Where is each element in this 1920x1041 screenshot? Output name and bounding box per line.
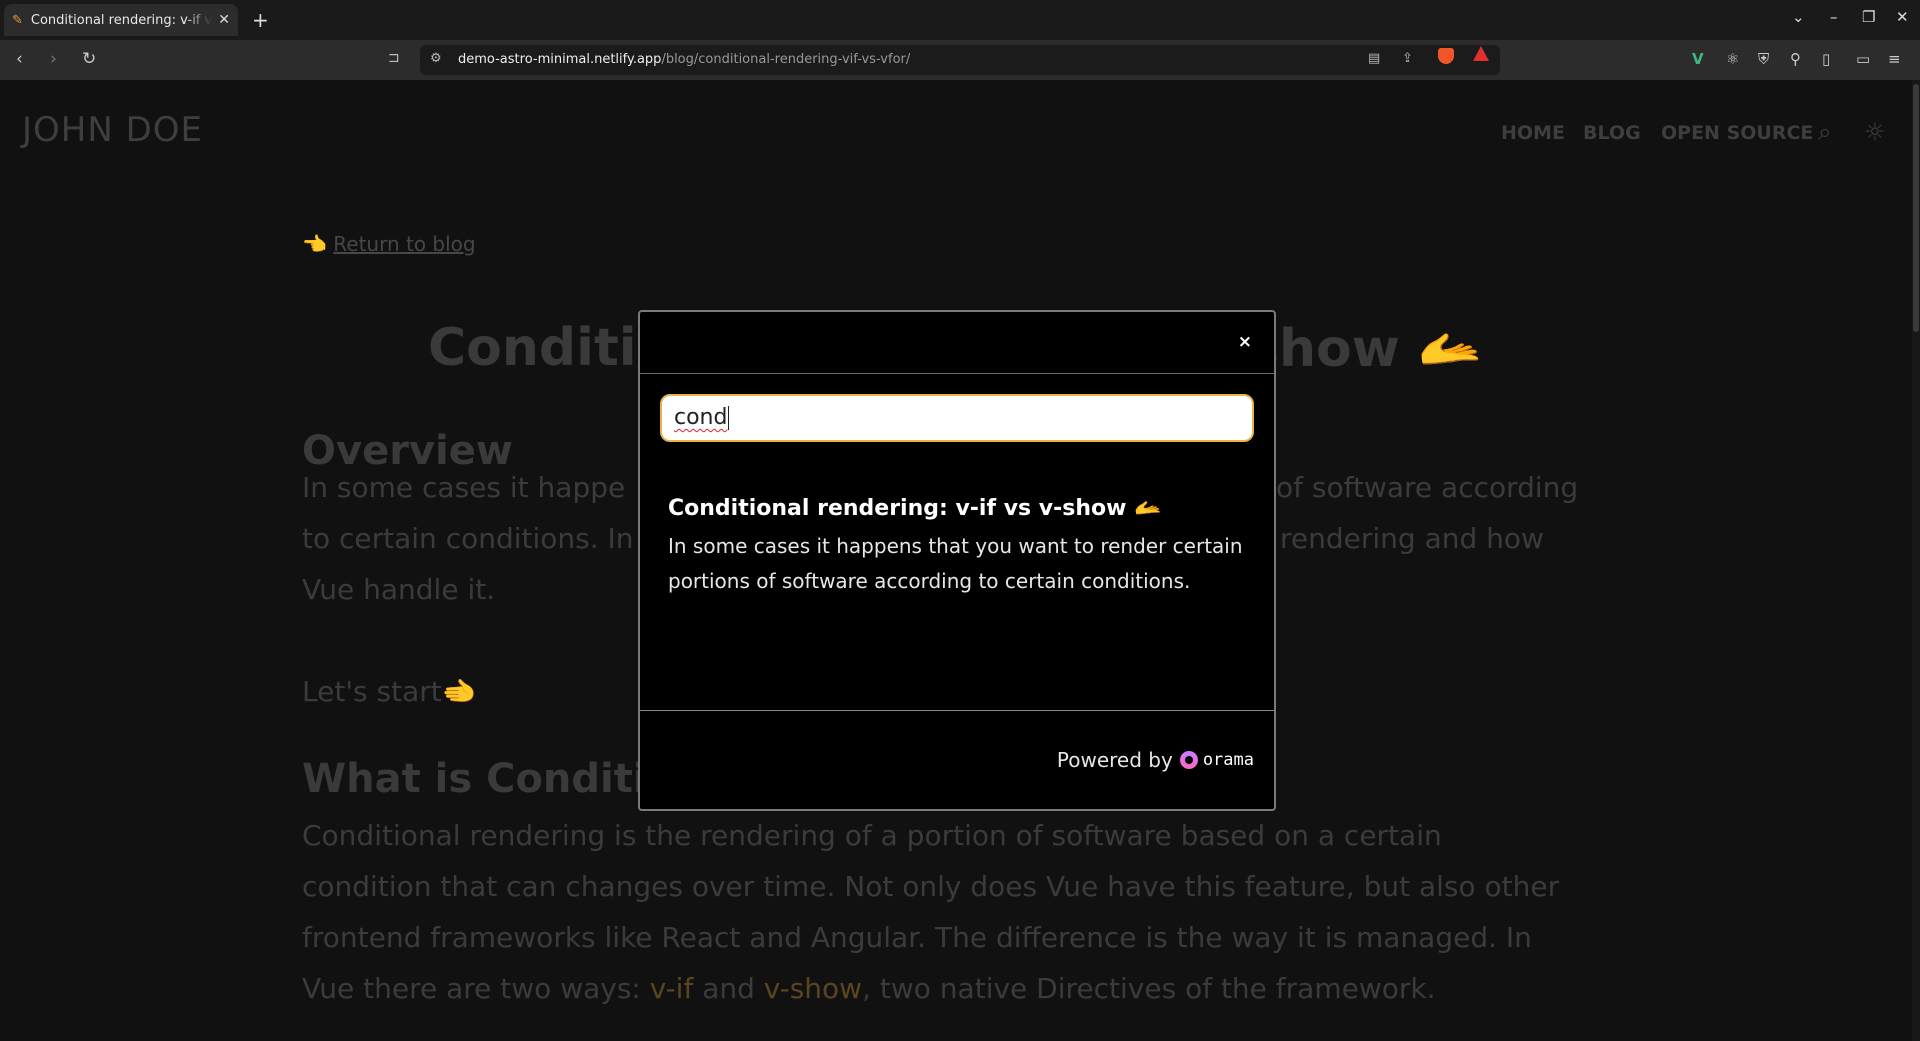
- close-window-icon[interactable]: ✕: [1896, 8, 1909, 26]
- paragraph-line: Conditional rendering is the rendering o…: [302, 819, 1442, 852]
- powered-by: Powered by orama: [1057, 748, 1254, 772]
- theme-toggle-icon[interactable]: ☼: [1864, 118, 1886, 146]
- return-link-text[interactable]: Return to blog: [333, 232, 475, 256]
- pointing-hand-icon: 👈: [302, 232, 327, 256]
- browser-tab[interactable]: ✎ Conditional rendering: v-if vs v-show …: [4, 4, 238, 36]
- favicon-icon: ✎: [12, 12, 23, 28]
- result-title[interactable]: Conditional rendering: v-if vs v-show 🫴: [668, 496, 1248, 521]
- react-devtools-icon[interactable]: ⚛: [1726, 50, 1739, 68]
- conditional-paragraph: Conditional rendering is the rendering o…: [302, 810, 1622, 1014]
- heading-what-is: What is Conditio: [302, 756, 675, 802]
- menu-icon[interactable]: ≡: [1888, 50, 1901, 68]
- nav-open-source[interactable]: OPEN SOURCE: [1661, 122, 1813, 144]
- paragraph-line: condition that can changes over time. No…: [302, 870, 1560, 903]
- site-settings-icon[interactable]: ⚙: [430, 51, 442, 66]
- extensions-icon[interactable]: ⚲: [1790, 50, 1801, 68]
- text-segment: , two native Directives of the framework…: [862, 972, 1436, 1005]
- url-path: /blog/conditional-rendering-vif-vs-vfor/: [661, 52, 911, 67]
- site-brand[interactable]: JOHN DOE: [22, 110, 203, 150]
- text-caret: [728, 406, 730, 430]
- search-icon[interactable]: ⌕: [1818, 118, 1831, 146]
- bookmark-icon[interactable]: ⊐: [388, 50, 400, 66]
- reader-mode-icon[interactable]: ▤: [1368, 51, 1380, 66]
- hand-emoji-icon: 🫴: [1134, 496, 1162, 521]
- share-icon[interactable]: ⇪: [1402, 51, 1413, 66]
- overview-line: of software according: [1276, 471, 1579, 504]
- text-segment: Vue there are two ways:: [302, 972, 650, 1005]
- orama-logo-icon: [1179, 751, 1198, 769]
- forward-icon[interactable]: ›: [50, 49, 57, 69]
- url-host: demo-astro-minimal.netlify.app: [458, 52, 662, 67]
- result-description: In some cases it happens that you want t…: [668, 534, 1243, 593]
- footer-divider: [640, 710, 1274, 711]
- post-title-left: Conditio: [428, 318, 673, 378]
- new-tab-icon[interactable]: +: [252, 8, 269, 32]
- back-icon[interactable]: ‹: [16, 49, 23, 69]
- scrollbar-thumb[interactable]: [1913, 84, 1919, 332]
- search-result-item[interactable]: Conditional rendering: v-if vs v-show 🫴 …: [668, 496, 1248, 599]
- minimize-icon[interactable]: –: [1830, 8, 1838, 26]
- maximize-icon[interactable]: ❐: [1862, 8, 1875, 26]
- return-to-blog[interactable]: 👈 Return to blog: [302, 232, 476, 256]
- nav-blog[interactable]: BLOG: [1583, 122, 1641, 144]
- address-bar[interactable]: ⚙ demo-astro-minimal.netlify.app/blog/co…: [420, 45, 1500, 75]
- paragraph-line: frontend frameworks like React and Angul…: [302, 921, 1532, 954]
- url-text[interactable]: demo-astro-minimal.netlify.app/blog/cond…: [458, 52, 910, 67]
- wallet-icon[interactable]: ▭: [1856, 50, 1870, 68]
- paragraph-line: Vue there are two ways: v-if and v-show,…: [302, 963, 1622, 1014]
- reload-icon[interactable]: ↻: [82, 49, 96, 69]
- brave-shields-icon[interactable]: [1438, 48, 1454, 64]
- post-title: Conditio show 🫴: [428, 318, 1483, 379]
- post-title-right: show 🫴: [1248, 319, 1483, 379]
- search-value: cond: [674, 405, 728, 430]
- tab-close-icon[interactable]: ✕: [218, 12, 230, 28]
- password-manager-icon[interactable]: ⛨: [1758, 50, 1769, 68]
- orama-wordmark[interactable]: orama: [1203, 750, 1254, 770]
- overview-line: rendering and how: [1280, 522, 1544, 555]
- lets-start: Let's start🫲: [302, 675, 477, 708]
- browser-toolbar: ‹ › ↻ ⊐ ⚙ demo-astro-minimal.netlify.app…: [0, 40, 1920, 80]
- close-modal-button[interactable]: ×: [1238, 332, 1252, 352]
- tab-strip: ✎ Conditional rendering: v-if vs v-show …: [0, 0, 1920, 40]
- vue-devtools-icon[interactable]: V: [1692, 50, 1704, 68]
- vif-link[interactable]: v-if: [650, 972, 694, 1005]
- overview-paragraph-right: of software according rendering and how: [1276, 462, 1616, 564]
- search-modal: × cond Conditional rendering: v-if vs v-…: [638, 310, 1276, 811]
- vshow-link[interactable]: v-show: [764, 972, 862, 1005]
- result-title-text: Conditional rendering: v-if vs v-show: [668, 496, 1127, 521]
- tab-title: Conditional rendering: v-if vs v-show: [30, 12, 213, 28]
- modal-header: ×: [640, 312, 1274, 374]
- powered-by-label: Powered by: [1056, 748, 1173, 772]
- brave-rewards-icon[interactable]: [1473, 46, 1489, 61]
- search-input[interactable]: cond: [660, 394, 1254, 442]
- sidebar-icon[interactable]: ▯: [1822, 50, 1830, 68]
- text-segment: and: [693, 972, 764, 1005]
- tab-list-icon[interactable]: ⌄: [1792, 8, 1805, 26]
- nav-home[interactable]: HOME: [1501, 122, 1565, 144]
